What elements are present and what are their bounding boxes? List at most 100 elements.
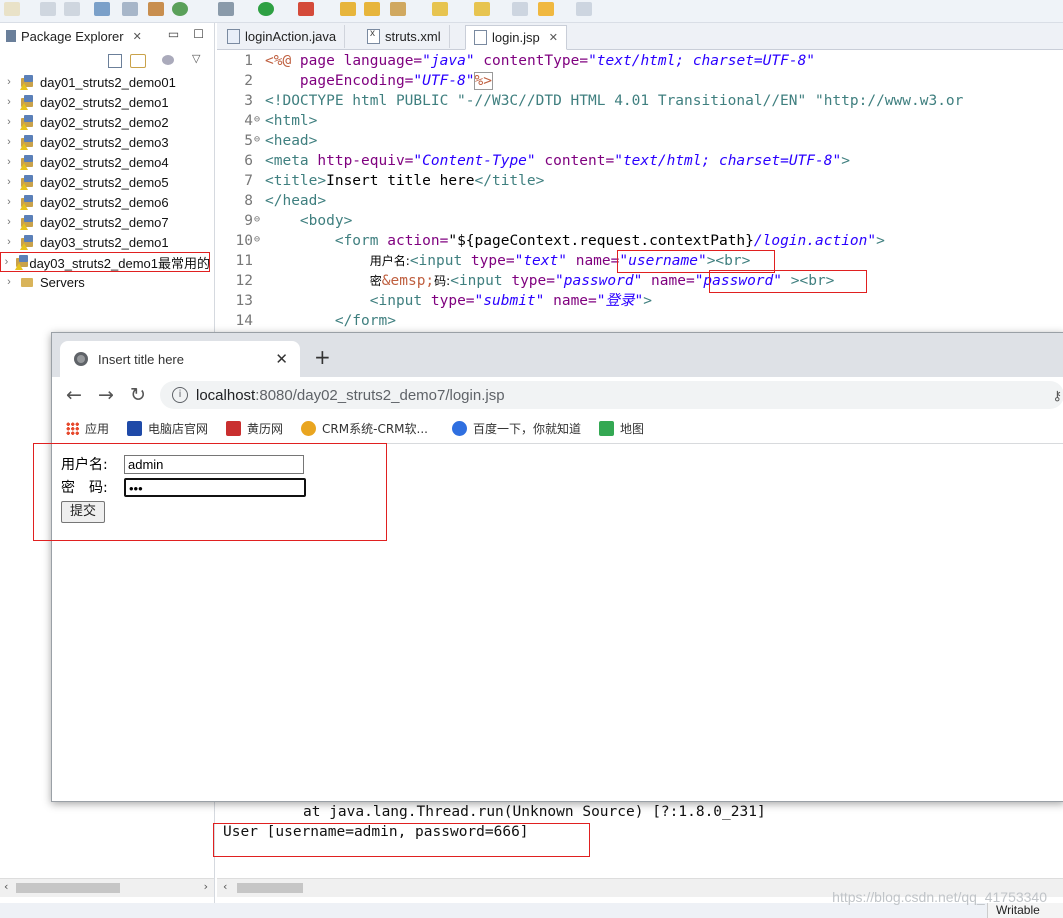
chevron-right-icon[interactable]: ›: [2, 96, 16, 108]
back-arrow-icon[interactable]: ←: [66, 384, 82, 406]
save-all-icon[interactable]: [64, 2, 80, 16]
tree-item-project[interactable]: › day02_struts2_demo4: [0, 152, 214, 172]
chevron-right-icon[interactable]: ›: [2, 116, 16, 128]
tab-login-jsp[interactable]: login.jsp ✕: [465, 25, 567, 50]
tree-item-label: day02_struts2_demo7: [40, 214, 169, 230]
close-icon[interactable]: ✕: [549, 31, 558, 44]
project-icon: [20, 95, 36, 110]
tree-item-servers[interactable]: › Servers: [0, 272, 214, 292]
tree-item-label: day02_struts2_demo1: [40, 94, 169, 110]
code-line: 8 </head>: [244, 193, 327, 209]
code-area[interactable]: 1 <%@ page language="java" contentType="t…: [217, 50, 1063, 340]
scrollbar-thumb[interactable]: [237, 883, 303, 893]
scroll-left-icon[interactable]: ‹: [223, 880, 227, 893]
scrollbar-thumb[interactable]: [16, 883, 120, 893]
fold-icon[interactable]: ⊖: [254, 234, 260, 245]
tree-item-project[interactable]: › day02_struts2_demo7: [0, 212, 214, 232]
tree-item-project[interactable]: › day02_struts2_demo3: [0, 132, 214, 152]
run-icon[interactable]: [258, 2, 274, 16]
fold-icon[interactable]: ⊖: [254, 214, 260, 225]
chevron-right-icon[interactable]: ›: [2, 276, 16, 288]
link-editor-icon[interactable]: [130, 54, 146, 68]
new-icon[interactable]: [4, 2, 20, 16]
fold-icon[interactable]: ⊖: [254, 134, 260, 145]
key-icon[interactable]: ⚷: [1052, 389, 1062, 404]
chevron-right-icon[interactable]: ›: [2, 176, 16, 188]
tree-item-label: day02_struts2_demo4: [40, 154, 169, 170]
back-icon[interactable]: [512, 2, 528, 16]
chevron-right-icon[interactable]: ›: [2, 256, 11, 268]
debug-icon[interactable]: [218, 2, 234, 16]
tree-item-project[interactable]: › day02_struts2_demo5: [0, 172, 214, 192]
tab-label: struts.xml: [385, 29, 441, 44]
map-pin-icon: [598, 420, 614, 436]
tree-item-project[interactable]: › day02_struts2_demo1: [0, 92, 214, 112]
search-icon[interactable]: [390, 2, 406, 16]
package-icon[interactable]: [148, 2, 164, 16]
annotation-icon[interactable]: [432, 2, 448, 16]
tool-icon[interactable]: [122, 2, 138, 16]
tree-item-project[interactable]: › day03_struts2_demo1: [0, 232, 214, 252]
fold-icon[interactable]: ⊖: [254, 114, 260, 125]
scroll-right-icon[interactable]: ›: [204, 880, 208, 893]
reload-icon[interactable]: ↻: [130, 384, 146, 406]
forward-arrow-icon[interactable]: →: [98, 384, 114, 406]
tree-item-label: day02_struts2_demo3: [40, 134, 169, 150]
browser-tab[interactable]: Insert title here ✕: [60, 341, 300, 377]
package-explorer-title: Package Explorer: [21, 28, 124, 44]
address-bar[interactable]: i localhost:8080/day02_struts2_demo7/log…: [160, 381, 1063, 409]
new-tab-icon[interactable]: +: [314, 345, 331, 369]
refresh-icon[interactable]: [172, 2, 188, 16]
tree-item-project-selected[interactable]: › day03_struts2_demo1最常用的: [0, 252, 210, 272]
minimize-icon[interactable]: ▭: [168, 27, 179, 41]
bookmark-favicon: [301, 420, 317, 436]
folder-icon: [20, 275, 36, 289]
bookmark-item[interactable]: 百度一下，你就知道: [451, 420, 581, 437]
package-explorer-tab[interactable]: Package Explorer ✕: [0, 25, 148, 47]
tree-item-project[interactable]: › day02_struts2_demo2: [0, 112, 214, 132]
collapse-all-icon[interactable]: [108, 54, 122, 68]
external-tools-icon[interactable]: [298, 2, 314, 16]
package-explorer-icon: [6, 30, 16, 42]
chevron-right-icon[interactable]: ›: [2, 216, 16, 228]
tree-item-project[interactable]: › day02_struts2_demo6: [0, 192, 214, 212]
package-explorer-tabbar: Package Explorer ✕ ▭ ☐: [0, 23, 214, 49]
scroll-left-icon[interactable]: ‹: [4, 880, 8, 893]
bookmark-apps[interactable]: 应用: [66, 420, 109, 437]
open-folder-icon[interactable]: [340, 2, 356, 16]
browser-tab-title: Insert title here: [98, 351, 184, 367]
chevron-right-icon[interactable]: ›: [2, 196, 16, 208]
chevron-right-icon[interactable]: ›: [2, 76, 16, 88]
next-annotation-icon[interactable]: [474, 2, 490, 16]
bookmark-item[interactable]: 黄历网: [226, 420, 283, 437]
tree-item-project[interactable]: › day01_struts2_demo01: [0, 72, 214, 92]
tree-item-label: day03_struts2_demo1最常用的: [29, 255, 210, 271]
chevron-right-icon[interactable]: ›: [2, 156, 16, 168]
view-menu-icon[interactable]: ▽: [192, 52, 200, 65]
code-line: 14 </form>: [235, 313, 396, 329]
bookmark-item[interactable]: CRM系统-CRM软...: [301, 420, 428, 437]
page-content: 用户名: admin 密 码: ••• 提交: [33, 443, 1063, 801]
chevron-right-icon[interactable]: ›: [2, 136, 16, 148]
chevron-right-icon[interactable]: ›: [2, 236, 16, 248]
last-edit-icon[interactable]: [538, 2, 554, 16]
status-bar: [0, 903, 1063, 918]
close-icon[interactable]: ✕: [133, 30, 142, 43]
filter-icon[interactable]: [162, 55, 174, 65]
tab-struts-xml[interactable]: struts.xml: [359, 25, 450, 48]
package-explorer-scrollbar[interactable]: ‹ ›: [0, 878, 214, 897]
xml-file-icon: [367, 28, 380, 44]
bookmark-item[interactable]: 电脑店官网: [127, 420, 208, 437]
forward-icon[interactable]: [576, 2, 592, 16]
code-line: 3 <!DOCTYPE html PUBLIC "-//W3C//DTD HTML…: [244, 93, 964, 109]
info-icon[interactable]: i: [172, 387, 188, 403]
project-icon: [20, 235, 36, 250]
open-type-icon[interactable]: [364, 2, 380, 16]
print-icon[interactable]: [94, 2, 110, 16]
bookmark-item[interactable]: 地图: [598, 420, 644, 437]
maximize-icon[interactable]: ☐: [193, 27, 204, 41]
tab-loginaction-java[interactable]: loginAction.java: [219, 25, 346, 48]
save-icon[interactable]: [40, 2, 56, 16]
close-icon[interactable]: ✕: [275, 350, 288, 368]
project-icon: [20, 215, 36, 230]
